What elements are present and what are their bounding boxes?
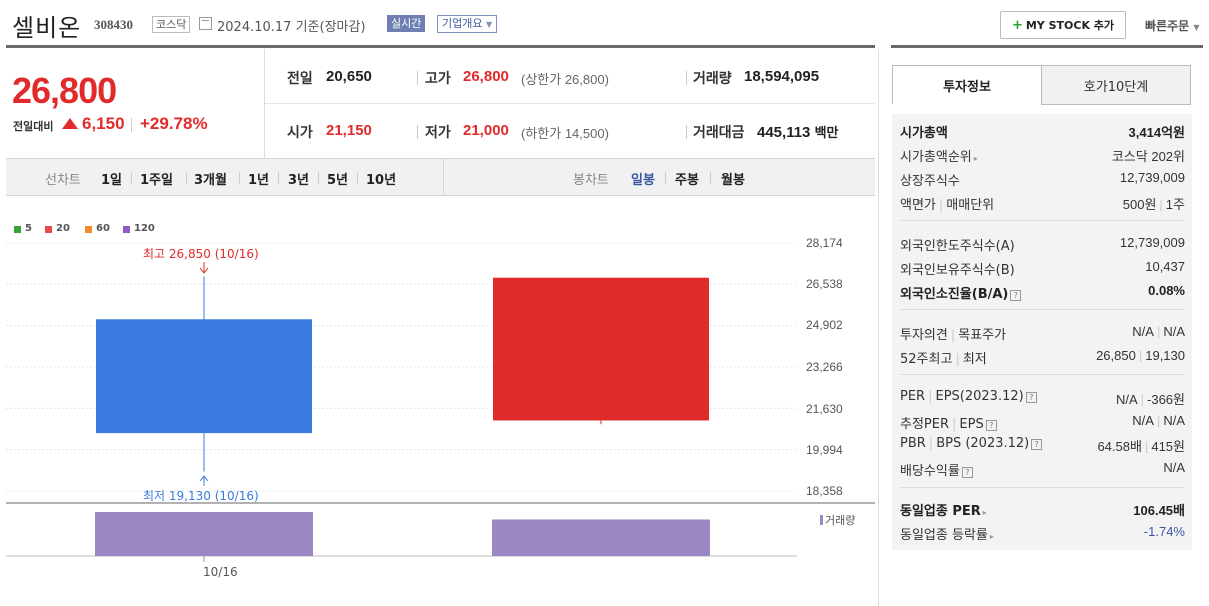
volume-bar — [492, 519, 710, 556]
low-annotation: 최저 19,130 (10/16) — [143, 489, 259, 503]
plus-icon: + — [1011, 17, 1023, 33]
help-icon[interactable]: ? — [1025, 392, 1037, 403]
divider — [900, 374, 1185, 375]
tab-invest-info[interactable]: 투자정보 — [892, 65, 1042, 105]
pbr-row: PBR | BPS (2023.12)? 64.58배 | 415원 — [900, 436, 1185, 454]
per-row: PER | EPS(2023.12)? N/A | -366원 — [900, 389, 1185, 407]
chevron-right-icon: ▸ — [982, 508, 987, 517]
chevron-right-icon: ▸ — [989, 532, 994, 541]
volume-legend: 거래량 — [820, 512, 855, 528]
x-tick: 10/16 — [203, 565, 238, 579]
foreign-hold-row: 외국인보유주식수(B) 10,437 — [900, 259, 1185, 278]
help-icon[interactable]: ? — [1031, 439, 1043, 450]
foreign-limit-row: 외국인한도주식수(A) 12,739,009 — [900, 235, 1185, 254]
sector-rate-row[interactable]: 동일업종 등락률 ▸ -1.74% — [900, 524, 1185, 543]
panel-divider — [878, 49, 879, 606]
chevron-down-icon: ▼ — [1193, 23, 1200, 32]
shares-row: 상장주식수 12,739,009 — [900, 170, 1185, 189]
divider — [900, 220, 1185, 221]
help-icon[interactable]: ? — [961, 467, 973, 478]
tab-hoga-10[interactable]: 호가10단계 — [1041, 65, 1191, 105]
high-annotation: 최고 26,850 (10/16) — [143, 247, 259, 261]
y-tick: 23,266 — [806, 360, 843, 374]
y-tick: 26,538 — [806, 277, 843, 291]
y-tick: 28,174 — [806, 236, 843, 250]
volume-bar — [95, 512, 313, 556]
y-tick: 24,902 — [806, 318, 843, 332]
help-icon[interactable]: ? — [985, 420, 997, 431]
candle-body — [96, 319, 312, 434]
face-value-row: 액면가 | 매매단위 500원 | 1주 — [900, 197, 1185, 213]
chevron-right-icon: ▸ — [973, 154, 978, 163]
chart-volume — [95, 512, 710, 556]
header-divider-right — [891, 45, 1203, 48]
foreign-rate-row: 외국인소진율(B/A)? 0.08% — [900, 283, 1185, 302]
opinion-row: 투자의견 | 목표주가 N/A | N/A — [900, 324, 1185, 343]
candlestick-chart[interactable] — [0, 0, 880, 606]
y-tick: 19,994 — [806, 443, 843, 457]
help-icon[interactable]: ? — [1010, 290, 1022, 301]
candle-body — [493, 277, 709, 421]
sector-per-row[interactable]: 동일업종 PER ▸ 106.45배 — [900, 500, 1185, 519]
est-per-row: 추정PER | EPS? N/A | N/A — [900, 413, 1185, 432]
chart-candles — [96, 276, 709, 472]
w52-row: 52주최고 | 최저 26,850 | 19,130 — [900, 348, 1185, 367]
divider — [900, 487, 1185, 488]
market-cap-row: 시가총액 3,414억원 — [900, 125, 1185, 141]
quick-order-button[interactable]: 빠른주문 ▼ — [1145, 17, 1200, 34]
dividend-row: 배당수익률? N/A — [900, 460, 1185, 479]
y-tick: 21,630 — [806, 402, 843, 416]
market-cap-rank-row[interactable]: 시가총액순위 ▸ 코스닥 202위 — [900, 146, 1185, 165]
add-mystock-button[interactable]: + MY STOCK 추가 — [1000, 11, 1126, 39]
divider — [900, 309, 1185, 310]
tab-underline — [892, 104, 1041, 105]
y-tick: 18,358 — [806, 484, 843, 498]
